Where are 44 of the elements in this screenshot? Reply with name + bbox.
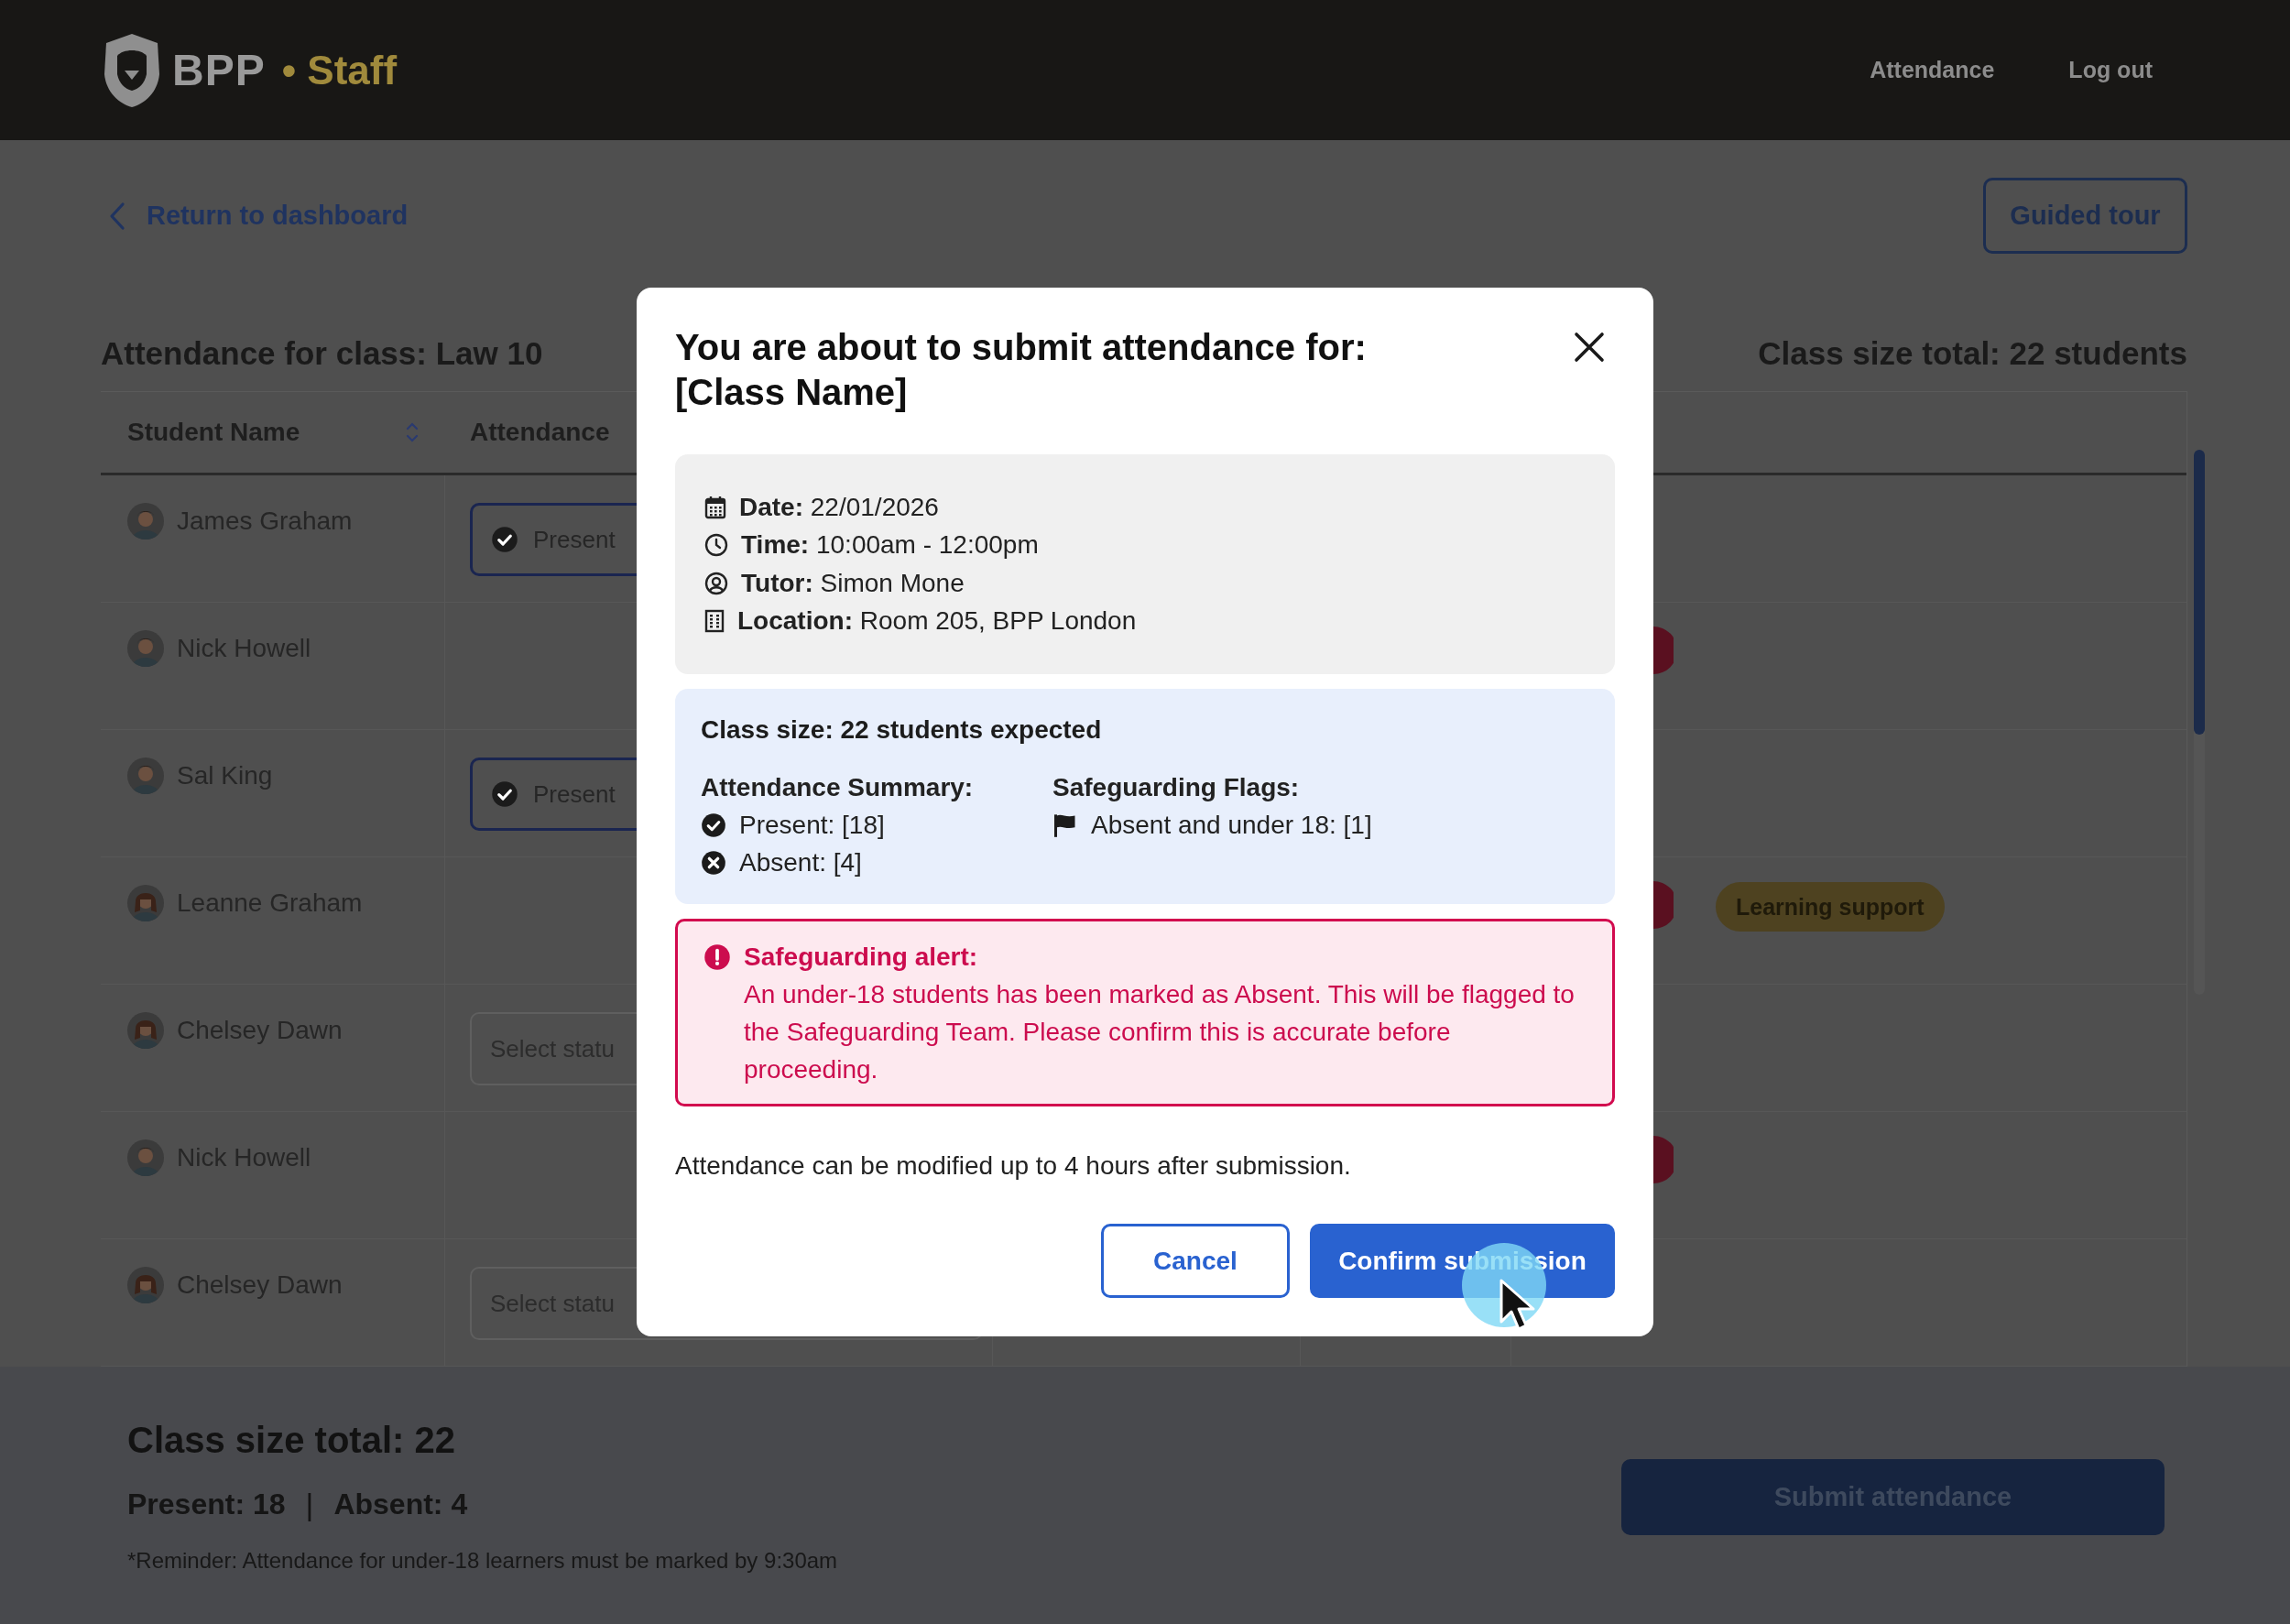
avatar — [127, 630, 164, 667]
x-circle-icon — [701, 850, 726, 877]
present-count: Present: 18 — [127, 1487, 286, 1521]
modification-note: Attendance can be modified up to 4 hours after submission. — [675, 1150, 1352, 1182]
detail-text: Location: Room 205, BPP London — [737, 606, 1137, 637]
user-circle-icon — [704, 571, 728, 595]
detail-text: Tutor: Simon Mone — [741, 568, 965, 598]
summary-item: Present: [18] — [739, 810, 885, 840]
class-size-total: Class size total: 22 — [127, 1419, 456, 1462]
summary-item: Absent: [4] — [739, 848, 862, 878]
calendar-icon — [704, 495, 726, 519]
avatar — [127, 885, 164, 921]
check-circle-icon — [491, 526, 518, 553]
class-size-heading: Class size: 22 students expected — [701, 714, 1103, 746]
flag-icon — [1052, 812, 1078, 838]
summary-heading: Attendance Summary: — [701, 772, 975, 803]
logo-product-name: • Staff — [281, 47, 398, 93]
alert-title: Safeguarding alert: — [744, 942, 979, 973]
check-circle-icon — [491, 780, 518, 808]
dialog-title: You are about to submit attendance for: [Class Name] — [675, 326, 1368, 414]
close-icon — [1573, 331, 1606, 364]
avatar — [127, 1267, 164, 1303]
sort-icon[interactable] — [405, 420, 420, 444]
nav-link[interactable]: Attendance — [1870, 57, 1995, 83]
summary-item: Absent and under 18: [1] — [1091, 810, 1372, 840]
chevron-left-icon — [108, 201, 126, 231]
summary-heading: Safeguarding Flags: — [1052, 772, 1301, 803]
cancel-button[interactable]: Cancel — [1101, 1224, 1290, 1298]
alert-message: An under-18 students has been marked as Absent. This will be flagged to the Safeguarding Team. Please confirm this is accurate before proceeding. — [744, 979, 1576, 1085]
detail-text: Date: 22/01/2026 — [739, 492, 939, 522]
avatar — [127, 758, 164, 794]
avatar — [127, 1139, 164, 1176]
separator: | — [305, 1486, 314, 1522]
clock-icon — [704, 533, 728, 558]
check-circle-icon — [701, 812, 726, 838]
alert-icon — [703, 943, 731, 971]
absent-count: Absent: 4 — [333, 1487, 468, 1521]
building-icon — [704, 609, 725, 634]
avatar — [127, 1012, 164, 1049]
avatar — [127, 503, 164, 540]
scrollbar[interactable] — [2194, 450, 2205, 995]
logo-wordmark: BPP — [172, 45, 266, 95]
detail-text: Time: 10:00am - 12:00pm — [741, 530, 1039, 561]
nav-link[interactable]: Log out — [2068, 57, 2153, 83]
